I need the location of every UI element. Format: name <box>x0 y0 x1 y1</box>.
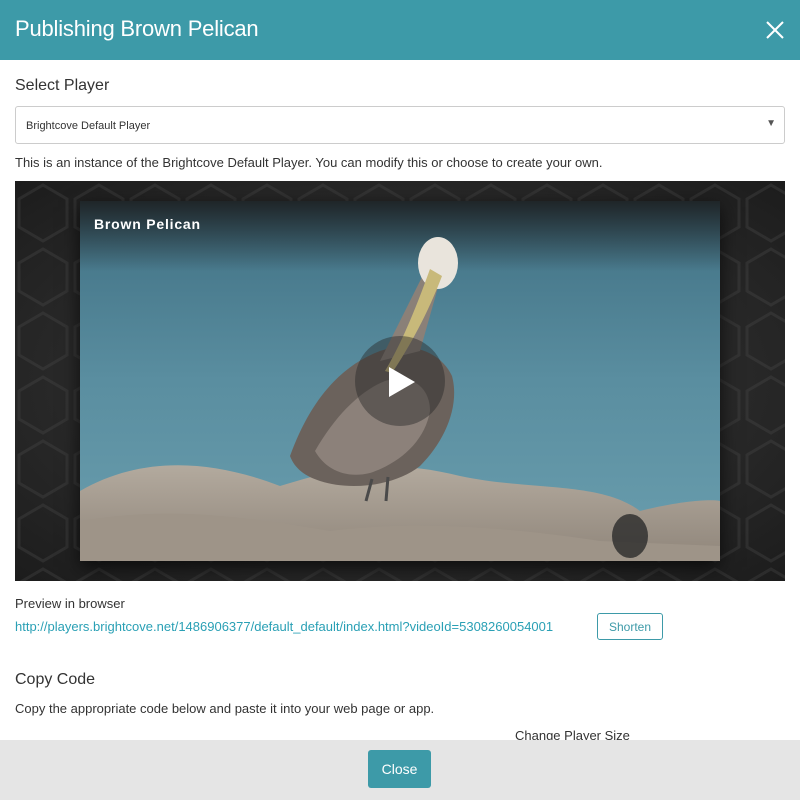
player-select[interactable]: Brightcove Default Player ▼ <box>15 106 785 144</box>
preview-in-browser-label: Preview in browser <box>15 596 125 611</box>
copy-code-heading: Copy Code <box>15 671 96 688</box>
copy-code-description: Copy the appropriate code below and past… <box>15 701 435 716</box>
preview-url-link[interactable]: http://players.brightcove.net/1486906377… <box>15 619 553 634</box>
close-button[interactable]: Close <box>368 750 431 788</box>
shorten-button[interactable]: Shorten <box>597 613 663 640</box>
select-player-heading: Select Player <box>15 77 110 94</box>
modal-title: Publishing Brown Pelican <box>15 16 259 41</box>
play-icon <box>389 367 415 397</box>
video-player[interactable]: Brown Pelican <box>80 201 720 561</box>
close-icon[interactable] <box>764 19 786 41</box>
player-select-value: Brightcove Default Player <box>26 120 151 132</box>
player-preview: Brown Pelican <box>15 181 785 581</box>
play-button[interactable] <box>355 336 445 426</box>
video-title: Brown Pelican <box>94 216 201 232</box>
modal-footer: Close <box>0 740 800 800</box>
chevron-down-icon: ▼ <box>766 118 776 129</box>
modal-header: Publishing Brown Pelican <box>0 0 800 60</box>
player-info-text: This is an instance of the Brightcove De… <box>15 155 603 170</box>
